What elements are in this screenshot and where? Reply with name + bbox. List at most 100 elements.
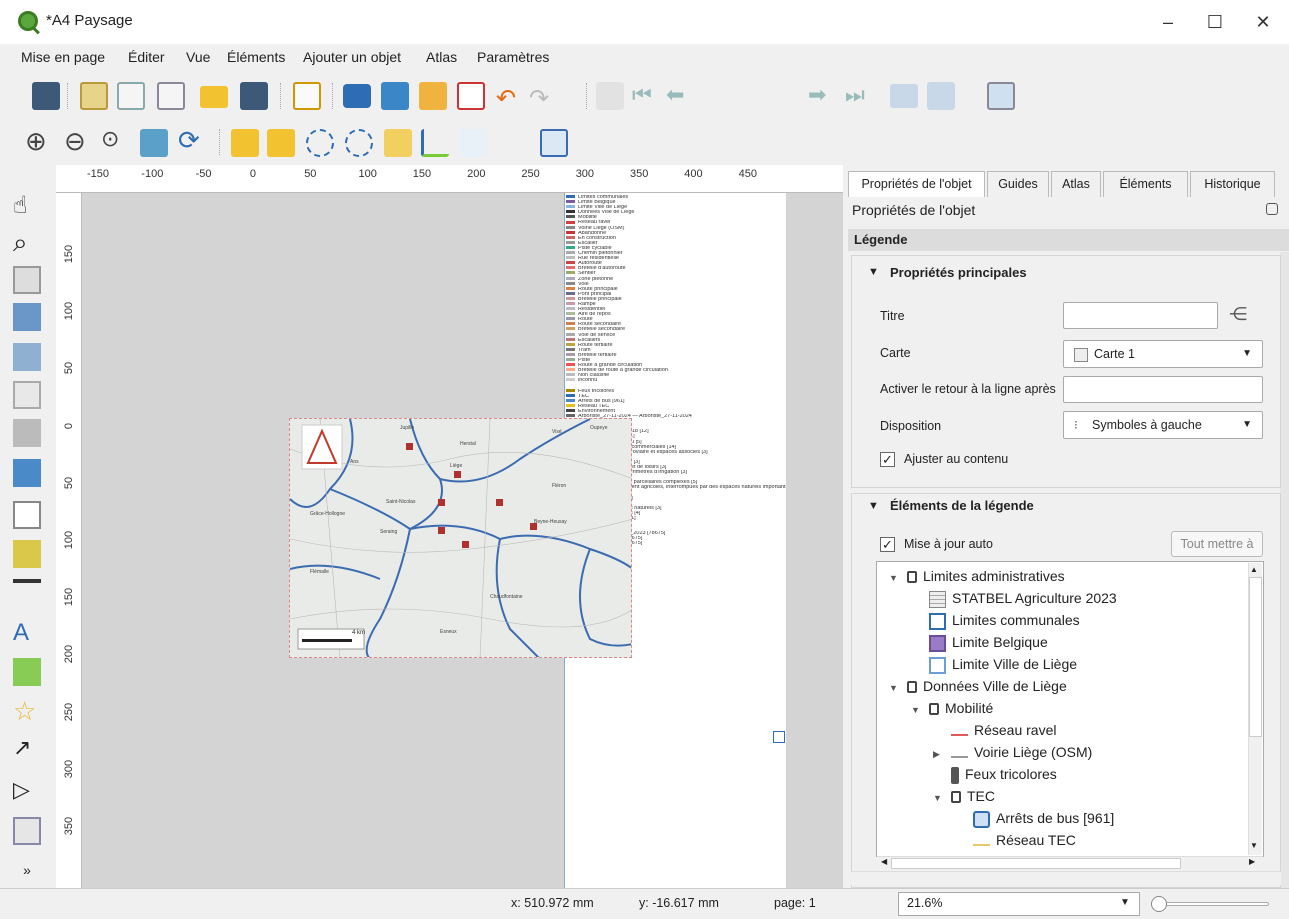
legend-tree-item[interactable]: ▶ Voirie Liège (OSM) [933,741,1092,763]
menu-editer[interactable]: Éditer [128,49,165,65]
menu-ajouter-objet[interactable]: Ajouter un objet [303,49,401,65]
add-scalebar-icon[interactable] [13,579,41,607]
undo-icon[interactable]: ↶ [496,84,516,113]
add-html-icon[interactable] [13,817,41,845]
zoom-slider[interactable] [1151,902,1269,906]
minimize-button[interactable]: – [1145,8,1191,36]
tab-item-properties[interactable]: Propriétés de l'objet [848,171,985,197]
add-map-icon[interactable] [13,381,41,409]
previous-feature-icon[interactable]: ⬅ [666,82,684,108]
add-shape-icon[interactable] [13,658,41,686]
add-legend-icon[interactable] [13,540,41,568]
atlas-preview-icon[interactable] [596,82,624,110]
menu-parametres[interactable]: Paramètres [477,49,549,65]
print-icon[interactable] [343,84,371,108]
unlock-items-icon[interactable] [267,129,295,157]
legend-tree-item[interactable]: Limites communales [911,609,1080,631]
fit-content-checkbox[interactable]: ✓ [880,452,895,467]
tab-history[interactable]: Historique [1190,171,1275,197]
tree-vertical-scrollbar[interactable]: ▲ ▼ [1248,563,1262,855]
add-items-template-icon[interactable] [293,82,321,110]
next-feature-icon[interactable]: ➡ [808,82,826,108]
panel-horizontal-scrollbar[interactable] [851,871,1281,885]
zoom-level-input[interactable]: 21.6% [898,892,1140,916]
collapse-arrow-icon[interactable]: ▼ [868,500,879,512]
open-folder-icon[interactable] [200,86,228,108]
edit-nodes-icon[interactable] [13,343,41,371]
atlas-settings-icon[interactable] [987,82,1015,110]
tab-elements[interactable]: Éléments [1103,171,1188,197]
add-polygon-icon[interactable]: ▷ [13,777,41,805]
legend-tree-item[interactable]: Limite Belgique [911,631,1048,653]
zoom-out-icon[interactable]: ⊖ [64,126,86,157]
auto-update-checkbox[interactable]: ✓ [880,537,895,552]
zoom-in-icon[interactable]: ⊕ [25,126,47,157]
legend-tree-item[interactable]: Limite Ville de Liège [911,653,1077,675]
export-pdf-icon[interactable] [457,82,485,110]
expression-editor-icon[interactable]: ⋲ [1229,304,1247,325]
carte-select[interactable]: Carte 1 ▼ [1063,340,1263,368]
maximize-button[interactable]: ☐ [1192,8,1238,36]
legend-tree-item[interactable]: ▼ Limites administratives [889,565,1065,587]
tree-horizontal-scrollbar[interactable]: ◀ ▶ [877,856,1263,870]
expand-arrow-icon[interactable]: ▼ [933,787,947,809]
scroll-up-icon[interactable]: ▲ [1250,565,1258,574]
expand-arrow-icon[interactable]: ▼ [911,699,925,721]
zoom-actual-icon[interactable]: ⊙ [101,126,119,152]
menu-mise-en-page[interactable]: Mise en page [21,49,105,65]
add-label-icon[interactable] [13,501,41,529]
expand-arrow-icon[interactable]: ▶ [933,743,947,765]
scroll-down-icon[interactable]: ▼ [1250,841,1258,850]
select-move-icon[interactable] [13,266,41,294]
add-arrow-icon[interactable]: ↗ [13,735,41,763]
legend-tree-item[interactable]: Arrêts de bus [961] [955,807,1114,829]
wrap-input[interactable] [1063,376,1263,403]
resize-handle-icon[interactable] [773,731,785,743]
legend-tree[interactable]: ▼ Limites administratives STATBEL Agricult… [876,561,1264,857]
atlas-export-icon[interactable] [927,82,955,110]
add-3d-map-icon[interactable] [13,419,41,447]
tab-atlas[interactable]: Atlas [1051,171,1101,197]
zoom-tool-icon[interactable]: ⌕ [13,227,41,257]
group-items-icon[interactable] [306,129,334,157]
legend-tree-item[interactable]: ▼ Données Ville de Liège [889,675,1067,697]
legend-tree-item[interactable]: Feux tricolores [933,763,1057,785]
legend-tree-item[interactable]: Réseau ravel [933,719,1057,741]
more-tools-icon[interactable]: » [13,862,41,890]
save-as-template-icon[interactable] [240,82,268,110]
panel-scrollbar[interactable] [1280,252,1289,888]
atlas-print-icon[interactable] [890,84,918,108]
resize-items-icon[interactable] [540,129,568,157]
align-items-icon[interactable] [421,129,449,157]
last-feature-icon[interactable]: ⏭ [845,82,865,108]
legend-tree-item[interactable]: Réseau TEC [955,829,1076,851]
map-item[interactable]: 4 km Jupille Herstal Visé Ans Liège Seraing Fl… [289,418,632,658]
close-button[interactable]: ✕ [1240,8,1286,36]
expand-arrow-icon[interactable]: ▼ [889,677,903,699]
expand-arrow-icon[interactable]: ▼ [889,567,903,589]
scroll-thumb[interactable] [1249,577,1262,737]
legend-tree-item[interactable]: ▼ Mobilité [911,697,993,719]
new-layout-icon[interactable] [80,82,108,110]
legend-tree-item[interactable]: STATBEL Agriculture 2023 [911,587,1117,609]
layout-manager-icon[interactable] [157,82,185,110]
float-panel-icon[interactable] [1266,203,1278,215]
add-north-arrow-icon[interactable]: A [13,619,41,647]
collapse-arrow-icon[interactable]: ▼ [868,266,879,278]
first-feature-icon[interactable]: ⏮ [632,82,652,108]
update-all-button[interactable]: Tout mettre à jour [1171,531,1263,575]
add-marker-icon[interactable]: ☆ [13,696,41,726]
menu-elements[interactable]: Éléments [227,49,285,65]
zoom-full-icon[interactable] [140,129,168,157]
export-image-icon[interactable] [381,82,409,110]
raise-items-icon[interactable] [384,129,412,157]
export-svg-icon[interactable] [419,82,447,110]
menu-atlas[interactable]: Atlas [426,49,457,65]
scroll-right-icon[interactable]: ▶ [1249,857,1255,866]
pan-hand-icon[interactable]: ☝ [13,191,41,219]
refresh-icon[interactable]: ⟳ [178,125,200,156]
lock-items-icon[interactable] [231,129,259,157]
scroll-thumb-h[interactable] [891,858,1181,869]
distribute-items-icon[interactable] [459,129,487,157]
legend-tree-item[interactable]: ▼ TEC [933,785,995,807]
